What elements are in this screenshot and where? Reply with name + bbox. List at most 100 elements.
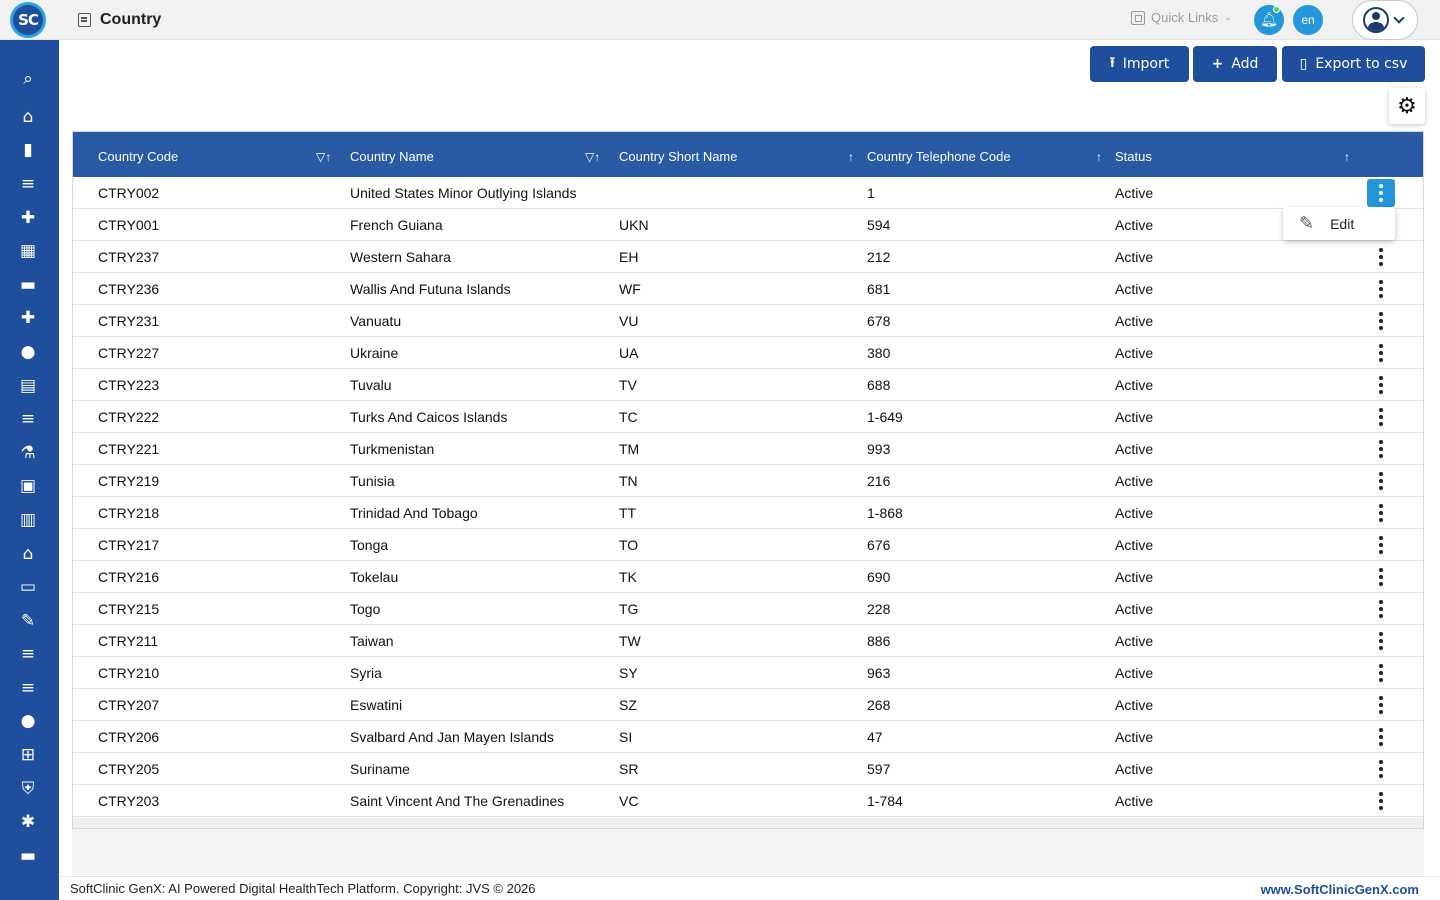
row-actions-kebab-icon[interactable] [1370, 693, 1392, 717]
col-header-country-short-name[interactable]: Country Short Name [619, 149, 738, 164]
table-row[interactable]: CTRY002 United States Minor Outlying Isla… [73, 177, 1423, 209]
row-actions-kebab-icon[interactable] [1370, 277, 1392, 301]
table-row[interactable]: CTRY216 Tokelau TK 690 Active [73, 561, 1423, 593]
export-csv-button[interactable]: ▯ Export to csv [1282, 46, 1425, 82]
row-actions-kebab-icon[interactable] [1370, 533, 1392, 557]
row-actions-kebab-icon[interactable] [1370, 245, 1392, 269]
row-actions-kebab-icon[interactable] [1370, 341, 1392, 365]
horizontal-scrollbar[interactable] [73, 818, 1423, 828]
row-actions-kebab-icon[interactable] [1370, 309, 1392, 333]
list-icon[interactable]: ≡ [17, 408, 39, 430]
quick-links-icon [1131, 10, 1145, 25]
cell-status: Active [1115, 697, 1154, 713]
row-actions-kebab-icon[interactable] [1367, 179, 1395, 207]
user-menu-button[interactable] [1352, 0, 1418, 40]
table-row[interactable]: CTRY222 Turks And Caicos Islands TC 1-649 Ac… [73, 401, 1423, 433]
menu-icon[interactable]: ≡ [17, 173, 39, 195]
cell-code: CTRY222 [98, 409, 160, 425]
table-row[interactable]: CTRY218 Trinidad And Tobago TT 1-868 Active [73, 497, 1423, 529]
add-box-icon[interactable]: ⊞ [17, 744, 39, 766]
row-actions-kebab-icon[interactable] [1370, 501, 1392, 525]
cell-tel: 1 [867, 185, 875, 201]
book-icon[interactable]: ▥ [17, 509, 39, 531]
filter-sort-icon[interactable]: ▽↑ [585, 150, 600, 164]
table-row[interactable]: CTRY210 Syria SY 963 Active [73, 657, 1423, 689]
edit-menu-item[interactable]: Edit [1330, 216, 1354, 232]
settings-button[interactable]: ⚙ [1389, 88, 1425, 124]
row-actions-kebab-icon[interactable] [1370, 373, 1392, 397]
cell-code: CTRY223 [98, 377, 160, 393]
dot [1379, 326, 1383, 330]
table-row[interactable]: CTRY205 Suriname SR 597 Active [73, 753, 1423, 785]
home-icon[interactable]: ⌂ [17, 106, 39, 128]
cell-tel: 690 [867, 569, 891, 585]
col-header-status[interactable]: Status [1115, 149, 1152, 164]
language-button[interactable]: en [1293, 5, 1323, 35]
app-logo[interactable]: SC [10, 2, 46, 38]
blood-drop-icon[interactable]: ● [17, 710, 39, 732]
table-row[interactable]: CTRY219 Tunisia TN 216 Active [73, 465, 1423, 497]
country-table: Country Code ▽↑ Country Name ▽↑ Country … [72, 131, 1424, 829]
table-row[interactable]: CTRY227 Ukraine UA 380 Active [73, 337, 1423, 369]
bar-chart-icon[interactable]: ▮ [17, 139, 39, 161]
table-row[interactable]: CTRY221 Turkmenistan TM 993 Active [73, 433, 1423, 465]
list-icon[interactable]: ≡ [17, 643, 39, 665]
quick-links-button[interactable]: Quick Links ⌄ [1131, 10, 1232, 25]
csv-file-icon: ▯ [1299, 56, 1308, 72]
cell-status: Active [1115, 249, 1154, 265]
hospital-icon[interactable]: ⌂ [17, 543, 39, 565]
table-row[interactable]: CTRY206 Svalbard And Jan Mayen Islands SI 4… [73, 721, 1423, 753]
sort-arrow-icon[interactable]: ↑ [1344, 150, 1350, 164]
table-row[interactable]: CTRY001 French Guiana UKN 594 Active [73, 209, 1423, 241]
filter-sort-icon[interactable]: ▽↑ [316, 150, 331, 164]
col-header-telephone-code[interactable]: Country Telephone Code [867, 149, 1011, 164]
table-row[interactable]: CTRY237 Western Sahara EH 212 Active [73, 241, 1423, 273]
search-icon[interactable]: ⌕ [17, 68, 39, 90]
table-row[interactable]: CTRY231 Vanuatu VU 678 Active [73, 305, 1423, 337]
row-actions-kebab-icon[interactable] [1370, 469, 1392, 493]
sort-arrow-icon[interactable]: ↑ [1096, 150, 1102, 164]
row-actions-kebab-icon[interactable] [1370, 725, 1392, 749]
row-actions-kebab-icon[interactable] [1370, 565, 1392, 589]
medical-bag-icon[interactable]: ✚ [17, 207, 39, 229]
cell-tel: 216 [867, 473, 891, 489]
bed-icon[interactable]: ▬ [17, 274, 39, 296]
devices-icon[interactable]: ▭ [17, 576, 39, 598]
website-link[interactable]: www.SoftClinicGenX.com [1261, 882, 1419, 897]
network-icon[interactable]: ✱ [17, 811, 39, 833]
add-button[interactable]: + Add [1193, 46, 1277, 82]
table-row[interactable]: CTRY217 Tonga TO 676 Active [73, 529, 1423, 561]
row-actions-kebab-icon[interactable] [1370, 661, 1392, 685]
pharmacy-icon[interactable]: ▣ [17, 475, 39, 497]
document-icon[interactable]: ▤ [17, 375, 39, 397]
lab-icon[interactable]: ⚗ [17, 442, 39, 464]
table-row[interactable]: CTRY236 Wallis And Futuna Islands WF 681 Act… [73, 273, 1423, 305]
notifications-button[interactable]: 🔔︎ [1254, 5, 1284, 35]
row-actions-kebab-icon[interactable] [1370, 437, 1392, 461]
table-row[interactable]: CTRY211 Taiwan TW 886 Active [73, 625, 1423, 657]
table-row[interactable]: CTRY207 Eswatini SZ 268 Active [73, 689, 1423, 721]
row-actions-kebab-icon[interactable] [1370, 597, 1392, 621]
col-header-country-name[interactable]: Country Name [350, 149, 434, 164]
list-icon[interactable]: ≡ [17, 677, 39, 699]
cell-status: Active [1115, 441, 1154, 457]
shield-icon[interactable]: ⛨ [17, 778, 39, 800]
table-row[interactable]: CTRY223 Tuvalu TV 688 Active [73, 369, 1423, 401]
table-row[interactable]: CTRY215 Togo TG 228 Active [73, 593, 1423, 625]
row-actions-kebab-icon[interactable] [1370, 629, 1392, 653]
import-button[interactable]: ⭱ Import [1090, 46, 1189, 82]
wrench-icon[interactable]: ✎ [17, 610, 39, 632]
row-actions-kebab-icon[interactable] [1370, 757, 1392, 781]
table-row[interactable]: CTRY203 Saint Vincent And The Grenadines V… [73, 785, 1423, 817]
sort-arrow-icon[interactable]: ↑ [848, 150, 854, 164]
col-header-country-code[interactable]: Country Code [98, 149, 178, 164]
row-actions-kebab-icon[interactable] [1370, 789, 1392, 813]
row-actions-kebab-icon[interactable] [1370, 405, 1392, 429]
calendar-icon[interactable]: ▦ [17, 240, 39, 262]
dot [1379, 696, 1383, 700]
person-icon[interactable]: ● [17, 341, 39, 363]
notification-dot [1273, 6, 1280, 13]
folder-icon[interactable]: ▬ [17, 845, 39, 867]
plus-icon: + [1211, 56, 1224, 72]
medical-plus-icon[interactable]: ✚ [17, 307, 39, 329]
